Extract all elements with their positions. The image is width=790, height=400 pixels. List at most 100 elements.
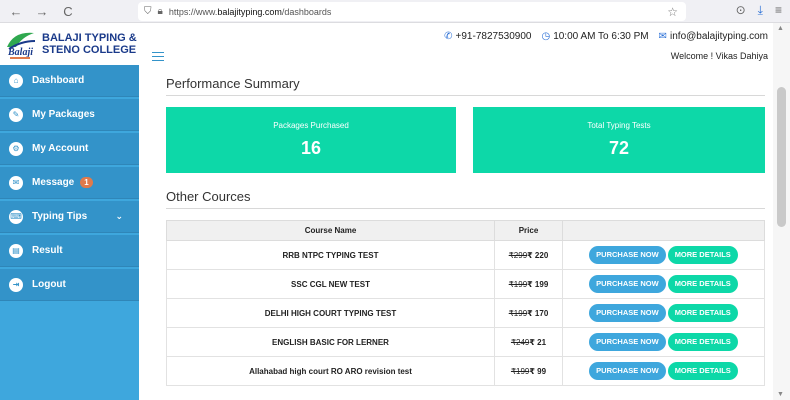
sidebar-item-typing-tips[interactable]: ⌨ Typing Tips ⌄ [0,201,139,233]
card-value: 72 [608,138,630,158]
original-price: ₹249 [510,337,530,347]
table-row: ENGLISH BASIC FOR LERNER ₹249₹ 21 PURCHA… [166,327,765,357]
sidebar-item-logout[interactable]: ⇥ Logout [0,269,139,301]
sidebar-item-result[interactable]: ▤ Result [0,235,139,267]
discounted-price: ₹ 99 [529,366,547,376]
purchase-now-button[interactable]: PURCHASE NOW [589,362,666,380]
courses-table: Course Name Price RRB NTPC TYPING TEST ₹… [166,220,765,386]
home-icon: ⌂ [9,73,23,88]
brand-name: BALAJI TYPING & STENO COLLEGE [42,32,137,56]
pocket-icon[interactable]: ⊙ [736,3,746,18]
envelope-icon: ✉ [9,175,23,190]
shield-icon: ⛉ [144,6,152,17]
course-name: DELHI HIGH COURT TYPING TEST [166,298,495,328]
course-name: Allahabad high court RO ARO revision tes… [166,356,495,386]
column-header-actions [562,220,765,241]
table-row: RRB NTPC TYPING TEST ₹299₹ 220 PURCHASE … [166,240,765,270]
envelope-icon: ✉ [658,31,668,42]
sidebar-item-label: My Packages [32,109,95,120]
scroll-down-icon[interactable]: ▼ [777,391,784,398]
course-actions: PURCHASE NOW MORE DETAILS [562,269,765,299]
bookmark-star-icon[interactable]: ☆ [667,5,678,19]
page-scrollbar[interactable]: ▲ ▼ [773,23,790,400]
discounted-price: ₹ 21 [529,337,547,347]
contact-info: ✆ +91-7827530900 ◷ 10:00 AM To 6:30 PM ✉ in… [444,31,768,42]
sidebar-item-label: Typing Tips [32,211,88,222]
welcome-message: Welcome ! Vikas Dahiya [670,51,768,61]
course-name: ENGLISH BASIC FOR LERNER [166,327,495,357]
sidebar-item-label: Message [32,177,75,188]
course-price: ₹199₹ 199 [494,269,563,299]
gear-icon: ⚙ [9,141,23,156]
hamburger-menu-icon[interactable] [152,52,164,61]
sidebar-item-label: Result [32,245,63,256]
document-icon: ▤ [9,243,23,258]
divider [166,95,765,96]
course-name: RRB NTPC TYPING TEST [166,240,495,270]
purchase-now-button[interactable]: PURCHASE NOW [589,275,666,293]
packages-purchased-card: Packages Purchased 16 [166,107,456,173]
more-details-button[interactable]: MORE DETAILS [667,304,738,322]
forward-icon[interactable]: → [32,4,52,19]
clock-icon: ◷ [541,31,551,42]
office-hours: 10:00 AM To 6:30 PM [553,31,649,42]
browser-toolbar: ← → C ⛉ 🔒︎ https://www.balajityping.com/… [0,0,790,23]
scrollbar-thumb[interactable] [777,87,786,227]
course-actions: PURCHASE NOW MORE DETAILS [562,298,765,328]
logout-icon: ⇥ [9,277,23,292]
total-typing-tests-card: Total Typing Tests 72 [473,107,765,173]
original-price: ₹299 [508,250,528,260]
sidebar-item-my-account[interactable]: ⚙ My Account [0,133,139,165]
course-price: ₹249₹ 21 [494,327,563,357]
course-actions: PURCHASE NOW MORE DETAILS [562,327,765,357]
card-value: 16 [300,138,322,158]
back-icon[interactable]: ← [6,4,26,19]
course-name: SSC CGL NEW TEST [166,269,495,299]
edit-icon: ✎ [9,107,23,122]
sidebar-item-label: Logout [32,279,66,290]
card-label: Total Typing Tests [587,121,651,130]
lock-icon: 🔒︎ [157,6,163,17]
divider [166,208,765,209]
logo-icon: Balaji [4,27,38,61]
discounted-price: ₹ 199 [527,279,549,289]
other-courses-title: Other Cources [166,189,251,204]
more-details-button[interactable]: MORE DETAILS [667,362,738,380]
purchase-now-button[interactable]: PURCHASE NOW [589,246,666,264]
course-price: ₹199₹ 99 [494,356,563,386]
phone-icon: ✆ [444,31,453,42]
more-details-button[interactable]: MORE DETAILS [667,246,738,264]
more-details-button[interactable]: MORE DETAILS [667,275,738,293]
email-address[interactable]: info@balajityping.com [670,31,768,42]
download-icon[interactable]: ⤓ [758,3,763,18]
scroll-up-icon[interactable]: ▲ [777,25,784,32]
reload-icon[interactable]: C [58,4,78,19]
phone-number[interactable]: +91-7827530900 [456,31,532,42]
sidebar-item-dashboard[interactable]: ⌂ Dashboard [0,65,139,97]
sidebar-item-label: My Account [32,143,89,154]
more-details-button[interactable]: MORE DETAILS [667,333,738,351]
address-bar[interactable]: ⛉ 🔒︎ https://www.balajityping.com/dashbo… [138,2,686,21]
course-actions: PURCHASE NOW MORE DETAILS [562,240,765,270]
original-price: ₹199 [510,366,530,376]
sidebar-item-my-packages[interactable]: ✎ My Packages [0,99,139,131]
sidebar-item-message[interactable]: ✉ Message 1 [0,167,139,199]
sidebar: Balaji BALAJI TYPING & STENO COLLEGE ⌂ D… [0,23,139,400]
original-price: ₹199 [508,279,528,289]
column-header-course-name: Course Name [166,220,495,241]
chevron-down-icon: ⌄ [115,211,123,221]
keyboard-icon: ⌨ [9,209,23,224]
url-text: https://www.balajityping.com/dashboards [168,6,332,17]
brand-logo[interactable]: Balaji BALAJI TYPING & STENO COLLEGE [0,23,139,65]
discounted-price: ₹ 170 [527,308,549,318]
message-count-badge: 1 [80,177,93,188]
purchase-now-button[interactable]: PURCHASE NOW [589,304,666,322]
card-label: Packages Purchased [273,121,349,130]
purchase-now-button[interactable]: PURCHASE NOW [589,333,666,351]
performance-summary-title: Performance Summary [166,76,300,91]
original-price: ₹199 [508,308,528,318]
table-row: SSC CGL NEW TEST ₹199₹ 199 PURCHASE NOW M… [166,269,765,299]
table-row: DELHI HIGH COURT TYPING TEST ₹199₹ 170 P… [166,298,765,328]
menu-icon[interactable]: ≡ [775,3,782,18]
table-row: Allahabad high court RO ARO revision tes… [166,356,765,386]
